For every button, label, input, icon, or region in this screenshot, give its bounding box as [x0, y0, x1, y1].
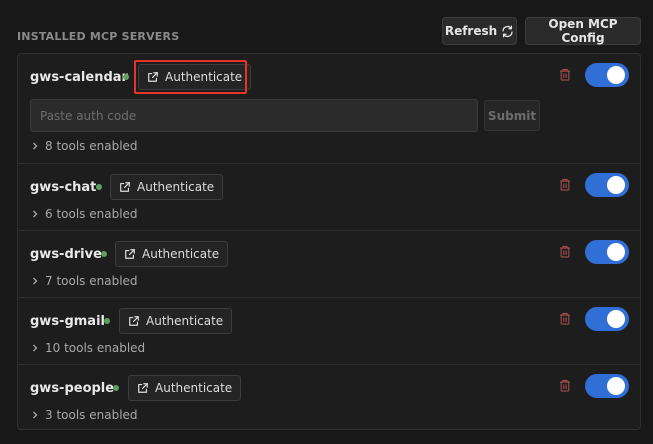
chevron-right-icon	[33, 277, 38, 285]
server-list: gws-calendar Authenticate Submit 8 tools…	[17, 53, 641, 430]
authenticate-label: Authenticate	[137, 180, 215, 194]
tools-count: 3 tools enabled	[45, 408, 138, 422]
trash-icon[interactable]	[559, 312, 571, 325]
chevron-right-icon	[33, 344, 38, 352]
status-indicator	[104, 318, 110, 324]
server-row-gws-drive: gws-drive Authenticate 7 tools enabled	[18, 231, 640, 298]
server-name: gws-chat	[30, 180, 97, 195]
authenticate-button[interactable]: Authenticate	[115, 241, 229, 267]
auth-code-input[interactable]	[30, 99, 478, 132]
server-name: gws-calendar	[30, 70, 128, 85]
server-row-gws-people: gws-people Authenticate 3 tools enabled	[18, 365, 640, 429]
tools-count: 10 tools enabled	[45, 341, 146, 355]
external-link-icon	[129, 316, 139, 326]
refresh-icon	[502, 25, 513, 37]
tools-toggle[interactable]: 7 tools enabled	[31, 274, 138, 288]
tools-toggle[interactable]: 3 tools enabled	[31, 408, 138, 422]
authenticate-label: Authenticate	[165, 70, 243, 84]
external-link-icon	[125, 249, 135, 259]
enable-toggle[interactable]	[585, 374, 629, 398]
authenticate-button[interactable]: Authenticate	[119, 308, 233, 334]
external-link-icon	[138, 383, 148, 393]
server-row-gws-gmail: gws-gmail Authenticate 10 tools enabled	[18, 298, 640, 365]
external-link-icon	[148, 72, 158, 82]
chevron-right-icon	[33, 411, 38, 419]
trash-icon[interactable]	[559, 68, 571, 81]
trash-icon[interactable]	[559, 178, 571, 191]
toggle-knob	[607, 176, 625, 194]
tools-toggle[interactable]: 6 tools enabled	[31, 207, 138, 221]
enable-toggle[interactable]	[585, 307, 629, 331]
server-row-gws-calendar: gws-calendar Authenticate Submit 8 tools…	[18, 54, 640, 164]
trash-icon[interactable]	[559, 379, 571, 392]
section-title: INSTALLED MCP SERVERS	[17, 30, 180, 43]
submit-button[interactable]: Submit	[484, 100, 540, 131]
server-name: gws-people	[30, 381, 115, 396]
enable-toggle[interactable]	[585, 63, 629, 87]
enable-toggle[interactable]	[585, 173, 629, 197]
chevron-right-icon	[33, 210, 38, 218]
status-indicator	[101, 251, 107, 257]
refresh-label: Refresh	[444, 24, 498, 38]
enable-toggle[interactable]	[585, 240, 629, 264]
chevron-right-icon	[33, 142, 38, 150]
authenticate-label: Authenticate	[142, 247, 220, 261]
server-row-gws-chat: gws-chat Authenticate 6 tools enabled	[18, 164, 640, 231]
server-name: gws-gmail	[30, 314, 105, 329]
tools-count: 8 tools enabled	[45, 139, 138, 153]
status-indicator	[113, 385, 119, 391]
authenticate-button[interactable]: Authenticate	[128, 375, 242, 401]
status-indicator	[96, 184, 102, 190]
authenticate-label: Authenticate	[155, 381, 233, 395]
tools-count: 7 tools enabled	[45, 274, 138, 288]
open-mcp-config-button[interactable]: Open MCP Config	[525, 17, 641, 45]
toggle-knob	[607, 310, 625, 328]
toggle-knob	[607, 66, 625, 84]
tools-toggle[interactable]: 10 tools enabled	[31, 341, 145, 355]
authenticate-button[interactable]: Authenticate	[138, 64, 252, 90]
status-indicator	[123, 74, 129, 80]
authenticate-button[interactable]: Authenticate	[110, 174, 224, 200]
authenticate-label: Authenticate	[146, 314, 224, 328]
tools-toggle[interactable]: 8 tools enabled	[31, 139, 138, 153]
server-name: gws-drive	[30, 247, 102, 262]
toggle-knob	[607, 243, 625, 261]
trash-icon[interactable]	[559, 245, 571, 258]
toggle-knob	[607, 377, 625, 395]
tools-count: 6 tools enabled	[45, 207, 138, 221]
external-link-icon	[120, 182, 130, 192]
refresh-button[interactable]: Refresh	[442, 17, 517, 45]
